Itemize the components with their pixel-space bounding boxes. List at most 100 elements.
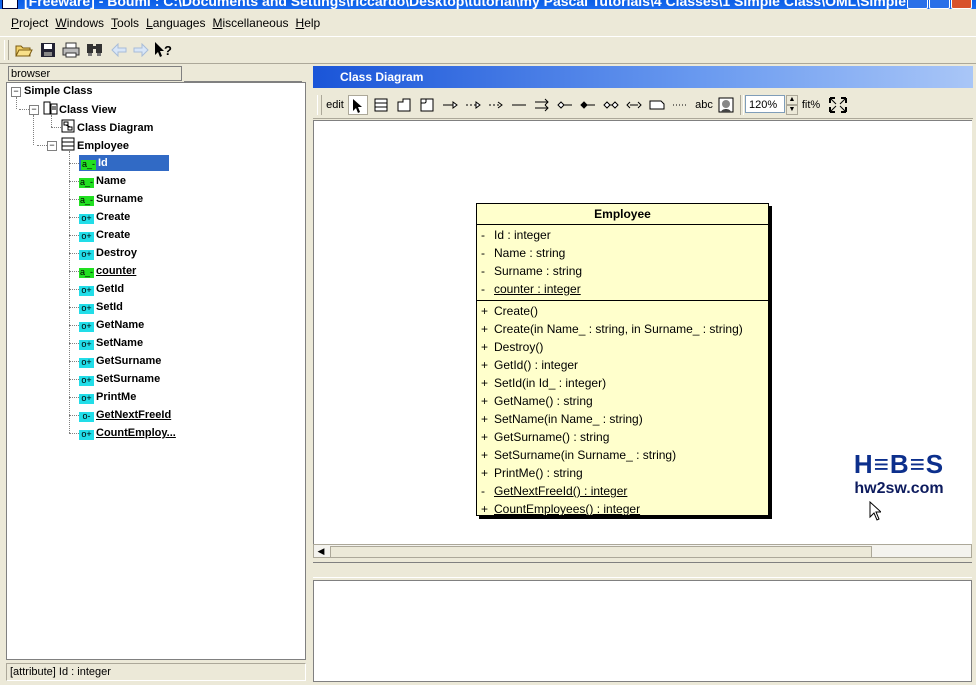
toolbar-grip[interactable] (4, 40, 9, 60)
text-tool-button[interactable]: abc (692, 95, 716, 115)
tree-item-operation[interactable]: o+ SetName (79, 335, 143, 351)
tree-item-operation[interactable]: o+ PrintMe (79, 389, 136, 405)
browser-tab[interactable]: browser (8, 66, 182, 81)
uml-operation[interactable]: + GetSurname() : string (477, 428, 768, 446)
tree-item-operation[interactable]: o+ SetSurname (79, 371, 160, 387)
directional-aggregation-icon[interactable] (578, 95, 598, 115)
edit-button[interactable]: edit (324, 95, 346, 115)
window-title: [Freeware] - Bouml : C:\Documents and Se… (24, 0, 922, 9)
zoom-down-icon[interactable]: ▼ (786, 105, 798, 115)
dependency-icon[interactable] (486, 95, 506, 115)
uml-operation[interactable]: + Create(in Name_ : string, in Surname_ :… (477, 320, 768, 338)
save-icon[interactable] (38, 40, 58, 60)
uml-operation[interactable]: + SetName(in Name_ : string) (477, 410, 768, 428)
package-icon[interactable] (394, 95, 414, 115)
generalisation-icon[interactable] (440, 95, 460, 115)
tree-item-operation[interactable]: o+ SetId (79, 299, 123, 315)
tree-item-attribute[interactable]: a_- Surname (79, 191, 143, 207)
menu-bar: Project Windows Tools Languages Miscellaneou… (0, 12, 976, 33)
scroll-thumb[interactable] (330, 546, 872, 558)
anchor-icon[interactable] (670, 95, 690, 115)
aggregation-icon[interactable] (555, 95, 575, 115)
horizontal-scrollbar[interactable]: ◀ (313, 544, 972, 558)
menu-project[interactable]: Project (0, 12, 51, 33)
visibility-marker: - (481, 264, 485, 278)
tree-item-operation[interactable]: o+ Create (79, 209, 130, 225)
tree-item-attribute[interactable]: a_- Name (79, 173, 126, 189)
composition-icon[interactable] (601, 95, 621, 115)
tree-item-operation[interactable]: o- GetNextFreeId (79, 407, 171, 423)
uml-operation[interactable]: + Destroy() (477, 338, 768, 356)
image-tool-button[interactable] (716, 95, 736, 115)
tree-item-operation[interactable]: o+ GetSurname (79, 353, 161, 369)
open-icon[interactable] (14, 40, 34, 60)
uml-attribute[interactable]: - Surname : string (477, 262, 768, 280)
uml-operation[interactable]: + PrintMe() : string (477, 464, 768, 482)
comment-pane[interactable] (313, 580, 972, 682)
menu-tools[interactable]: Tools (107, 12, 142, 33)
uml-operation[interactable]: + Create() (477, 302, 768, 320)
uml-attribute[interactable]: - counter : integer (477, 280, 768, 298)
tree-item-class-diagram[interactable]: Class Diagram (61, 119, 153, 135)
uml-operation[interactable]: + GetId() : integer (477, 356, 768, 374)
tree-item-operation[interactable]: o+ Create (79, 227, 130, 243)
minimize-button[interactable] (907, 0, 928, 9)
uml-operation[interactable]: + SetSurname(in Surname_ : string) (477, 446, 768, 464)
zoom-spinner[interactable]: ▲ ▼ (786, 95, 798, 115)
tree-root-simple-class[interactable]: Simple Class (24, 83, 92, 99)
uml-operation[interactable]: + SetId(in Id_ : integer) (477, 374, 768, 392)
menu-help[interactable]: Help (292, 12, 324, 33)
menu-miscellaneous[interactable]: Miscellaneous (208, 12, 291, 33)
zoom-input[interactable]: 120% (745, 95, 785, 113)
tree-item-attribute[interactable]: a_- counter (79, 263, 136, 279)
maximize-button[interactable] (929, 0, 950, 9)
directional-composition-icon[interactable] (624, 95, 644, 115)
tree-item-label: Destroy (96, 247, 137, 259)
svg-text:?: ? (164, 43, 172, 58)
uml-class-employee[interactable]: Employee - Id : integer - Name : string - Sur… (476, 203, 769, 516)
forward-icon[interactable] (131, 40, 151, 60)
tree-item-operation[interactable]: o+ GetId (79, 281, 124, 297)
optimal-window-size-button[interactable] (827, 95, 849, 115)
uml-attribute[interactable]: - Name : string (477, 244, 768, 262)
note-icon[interactable] (647, 95, 667, 115)
back-icon[interactable] (109, 40, 129, 60)
tree-item-operation[interactable]: o+ Destroy (79, 245, 137, 261)
collapse-icon[interactable]: − (29, 105, 39, 115)
uml-operation[interactable]: + CountEmployees() : integer (477, 500, 768, 518)
pane-divider[interactable] (313, 562, 972, 578)
find-icon[interactable] (85, 40, 105, 60)
directional-association-icon[interactable] (532, 95, 552, 115)
close-button[interactable] (951, 0, 972, 9)
tree-item-label: GetNextFreeId (96, 409, 172, 421)
fragment-icon[interactable] (417, 95, 437, 115)
project-tree[interactable]: − Simple Class − Class View Class Diagra… (6, 82, 306, 660)
zoom-up-icon[interactable]: ▲ (786, 95, 798, 105)
scroll-left-icon[interactable]: ◀ (315, 546, 327, 556)
class-icon[interactable] (371, 95, 391, 115)
visibility-marker: - (481, 282, 485, 296)
tree-item-employee-class[interactable]: Employee (61, 137, 129, 153)
title-bar[interactable]: [Freeware] - Bouml : C:\Documents and Se… (0, 0, 976, 9)
realization-icon[interactable] (463, 95, 483, 115)
tree-item-attribute[interactable]: a_- Id (79, 155, 169, 171)
diagram-window-title[interactable]: Class Diagram (313, 66, 973, 88)
select-arrow-icon[interactable] (348, 95, 368, 115)
menu-languages[interactable]: Languages (142, 12, 208, 33)
toolbar-grip[interactable] (317, 95, 322, 115)
collapse-icon[interactable]: − (11, 87, 21, 97)
panel-splitter[interactable] (305, 62, 311, 682)
uml-operation[interactable]: - GetNextFreeId() : integer (477, 482, 768, 500)
menu-windows[interactable]: Windows (51, 12, 107, 33)
uml-attribute[interactable]: - Id : integer (477, 226, 768, 244)
collapse-icon[interactable]: − (47, 141, 57, 151)
fit-zoom-button[interactable]: fit% (800, 95, 822, 115)
print-icon[interactable] (61, 40, 81, 60)
tree-item-operation[interactable]: o+ GetName (79, 317, 144, 333)
tree-item-operation[interactable]: o+ CountEmploy... (79, 425, 176, 441)
tree-item-class-view[interactable]: Class View (43, 101, 116, 117)
uml-operation[interactable]: + GetName() : string (477, 392, 768, 410)
whats-this-icon[interactable]: ? (153, 40, 173, 60)
browser-tab-strip (184, 66, 302, 82)
association-icon[interactable] (509, 95, 529, 115)
